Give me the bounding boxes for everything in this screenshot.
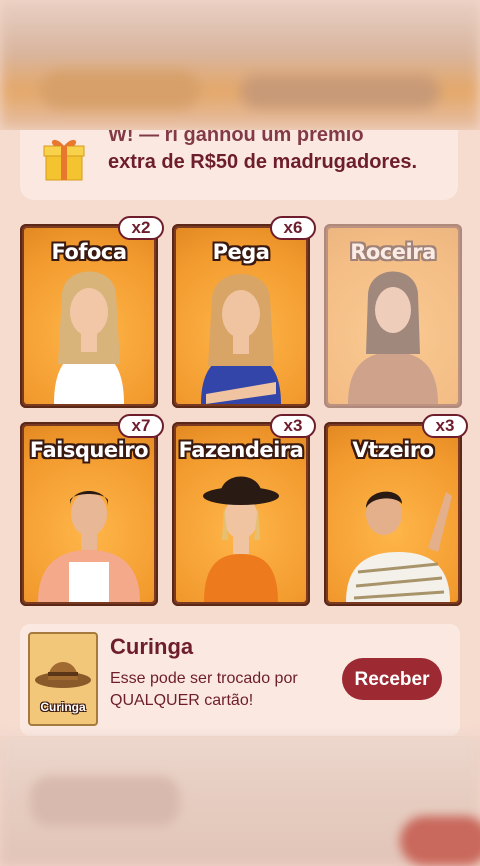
person-illustration bbox=[38, 491, 140, 602]
receive-button[interactable]: Receber bbox=[342, 658, 442, 700]
wildcard-description: Esse pode ser trocado por QUALQUER cartã… bbox=[110, 670, 298, 709]
card-count-badge: x7 bbox=[118, 414, 164, 438]
card-name: Roceira bbox=[350, 240, 436, 264]
gift-icon bbox=[43, 139, 85, 181]
wildcard-section: Curinga Curinga Esse pode ser trocado po… bbox=[20, 624, 460, 736]
card-count-badge: x3 bbox=[270, 414, 316, 438]
card-vtzeiro[interactable]: Vtzeiro x3 bbox=[324, 414, 468, 606]
card-faisqueiro[interactable]: Faisqueiro x7 bbox=[20, 414, 164, 606]
wildcard-thumbnail: Curinga bbox=[28, 632, 98, 726]
person-illustration bbox=[348, 271, 438, 404]
card-fofoca[interactable]: Fofoca x2 bbox=[20, 216, 164, 408]
person-illustration bbox=[201, 274, 281, 404]
card-count-badge: x2 bbox=[118, 216, 164, 240]
wildcard-thumbnail-label: Curinga bbox=[40, 700, 86, 714]
blurred-background-top bbox=[0, 0, 480, 130]
blurred-background-bottom bbox=[0, 736, 480, 866]
card-name: Fazendeira bbox=[178, 438, 304, 462]
wildcard-title: Curinga bbox=[110, 634, 194, 659]
card-count-badge: x6 bbox=[270, 216, 316, 240]
person-illustration bbox=[203, 476, 279, 602]
card-count-badge: x3 bbox=[422, 414, 468, 438]
prize-notice-text: W! — ri ganhou um prêmio extra de R$50 d… bbox=[108, 130, 418, 173]
card-name: Faisqueiro bbox=[29, 438, 149, 462]
card-name: Vtzeiro bbox=[352, 438, 434, 462]
card-roceira-locked[interactable]: Roceira bbox=[324, 224, 462, 408]
person-illustration bbox=[54, 271, 124, 404]
card-name: Pega bbox=[212, 240, 270, 264]
prize-notice: W! — ri ganhou um prêmio extra de R$50 d… bbox=[20, 130, 458, 200]
person-illustration bbox=[346, 491, 452, 602]
card-pega[interactable]: Pega x6 bbox=[172, 216, 316, 408]
card-album-panel: W! — ri ganhou um prêmio extra de R$50 d… bbox=[0, 130, 480, 736]
card-fazendeira[interactable]: Fazendeira x3 bbox=[172, 414, 316, 606]
card-name: Fofoca bbox=[51, 240, 127, 264]
